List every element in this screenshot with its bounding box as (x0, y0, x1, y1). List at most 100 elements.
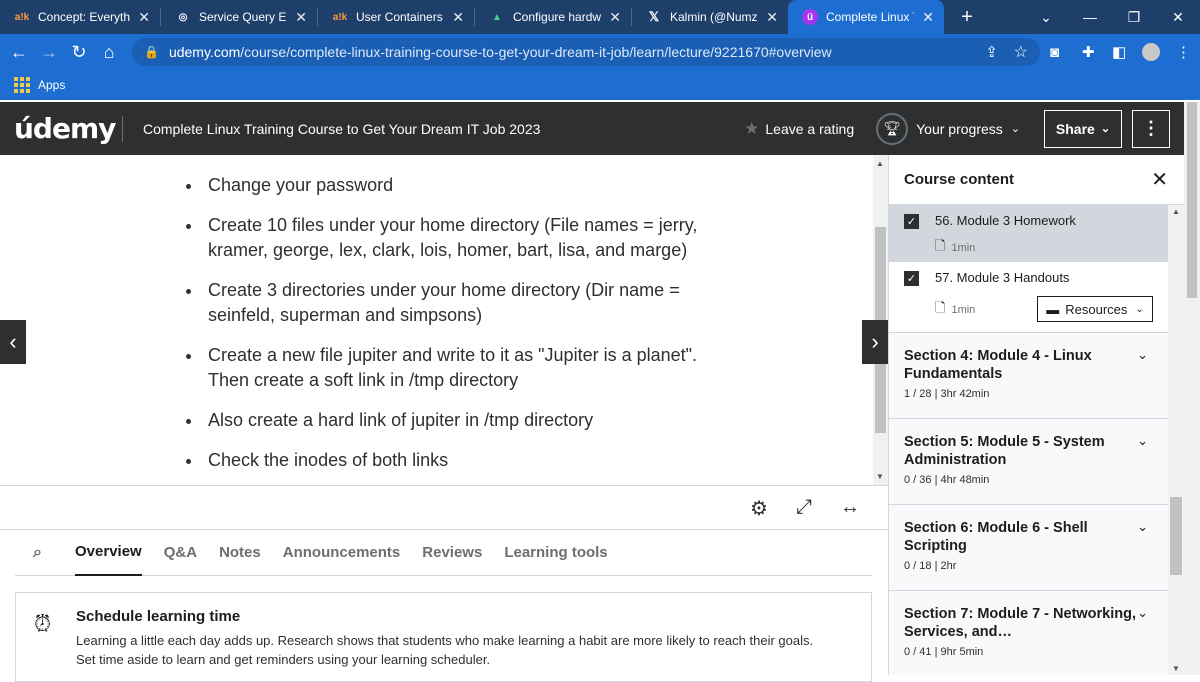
chevron-down-icon[interactable]: ⌄ (1137, 433, 1148, 449)
udemy-icon: ü (802, 9, 818, 25)
share-page-icon[interactable]: ⇪ (985, 43, 998, 61)
next-lecture-button[interactable]: › (862, 320, 888, 364)
close-tab-icon[interactable]: ✕ (295, 9, 307, 26)
tab-qa[interactable]: Q&A (164, 530, 197, 576)
address-bar[interactable]: 🔒 udemy.com/course/complete-linux-traini… (132, 38, 1040, 66)
lecture-title: 57. Module 3 Handouts (935, 270, 1070, 285)
fullscreen-icon[interactable]: ⤢ (796, 496, 812, 519)
browser-tab-active[interactable]: ü Complete Linux Tra ✕ (788, 0, 944, 34)
forward-icon[interactable]: → (34, 42, 64, 63)
browser-tab-strip: a!k Concept: Everythin ✕ ◎ Service Query… (0, 0, 1200, 34)
side-panel-icon[interactable]: ◧ (1112, 34, 1126, 70)
expand-width-icon[interactable]: ↔ (840, 496, 860, 519)
lecture-item[interactable]: ✓ 57. Module 3 Handouts 🗋 1min ▬ Resource… (889, 262, 1184, 332)
tab-title: Complete Linux Tra (826, 10, 914, 24)
k-icon: a!k (332, 11, 348, 23)
sidebar-scrollbar[interactable]: ▲ ▼ (1168, 205, 1184, 675)
sidebar-header: Course content ✕ (889, 155, 1184, 205)
leave-rating-button[interactable]: ★ Leave a rating (744, 119, 854, 139)
resources-label: Resources (1065, 301, 1128, 317)
close-tab-icon[interactable]: ✕ (609, 9, 621, 26)
tab-search-icon[interactable]: ⌄ (1024, 9, 1068, 26)
tab-title: Concept: Everythin (38, 10, 131, 24)
chevron-down-icon[interactable]: ⌄ (1137, 605, 1148, 621)
page-scrollbar-thumb[interactable] (1187, 102, 1197, 298)
duration-text: 1min (951, 304, 976, 316)
sidebar-scrollbar-thumb[interactable] (1170, 497, 1182, 575)
section-item[interactable]: Section 4: Module 4 - Linux Fundamentals… (889, 332, 1184, 418)
back-icon[interactable]: ← (4, 42, 34, 63)
close-icon[interactable]: ✕ (1151, 167, 1168, 192)
page-scrollbar[interactable] (1184, 102, 1200, 675)
apps-bookmark[interactable]: Apps (38, 78, 65, 92)
alarm-clock-icon: ⏰︎ (34, 611, 52, 636)
list-item: Create 3 directories under your home dir… (184, 278, 704, 328)
your-progress-button[interactable]: 🏆︎ Your progress ⌄ (876, 112, 1020, 145)
section-item[interactable]: Section 7: Module 7 - Networking, Servic… (889, 590, 1184, 675)
udemy-logo[interactable]: údemy (14, 112, 116, 145)
restore-icon[interactable]: ❐ (1112, 9, 1156, 26)
resources-dropdown[interactable]: ▬ Resources ⌄ (1037, 296, 1153, 322)
section-title: Section 7: Module 7 - Networking, Servic… (904, 606, 1137, 640)
share-label: Share (1055, 120, 1095, 137)
close-tab-icon[interactable]: ✕ (922, 9, 934, 26)
scroll-up-icon[interactable]: ▲ (1172, 207, 1180, 216)
chevron-down-icon: ⌄ (1135, 303, 1144, 315)
browser-tab[interactable]: ◎ Service Query Erro ✕ (161, 0, 317, 34)
camera-extension-icon[interactable]: ◙ (1050, 34, 1059, 70)
tab-title: Service Query Erro (199, 10, 287, 24)
apps-grid-icon (14, 77, 30, 93)
lock-icon: 🔒 (144, 45, 159, 59)
tab-notes[interactable]: Notes (219, 530, 261, 576)
scroll-down-icon[interactable]: ▼ (1172, 664, 1180, 673)
scroll-down-icon[interactable]: ▼ (876, 472, 884, 481)
section-title: Section 6: Module 6 - Shell Scripting (904, 520, 1088, 554)
checkbox-checked[interactable]: ✓ (904, 271, 919, 286)
lecture-title: 56. Module 3 Homework (935, 213, 1076, 228)
close-tab-icon[interactable]: ✕ (766, 9, 778, 26)
course-title[interactable]: Complete Linux Training Course to Get Yo… (143, 121, 744, 137)
close-tab-icon[interactable]: ✕ (138, 9, 150, 26)
schedule-text: Learning a little each day adds up. Rese… (76, 633, 814, 667)
scroll-up-icon[interactable]: ▲ (876, 159, 884, 168)
section-meta: 0 / 41 | 9hr 5min (904, 646, 984, 658)
star-icon: ★ (744, 118, 760, 138)
header-divider (122, 115, 123, 142)
settings-gear-icon[interactable]: ⚙ (750, 496, 768, 521)
close-window-icon[interactable]: ✕ (1156, 9, 1200, 26)
browser-tab[interactable]: a!k User Containers - … ✕ (318, 0, 474, 34)
list-item: Also create a hard link of jupiter in /t… (184, 408, 704, 433)
search-icon[interactable]: ⌕ (33, 544, 61, 562)
more-options-button[interactable]: ⋮ (1132, 109, 1170, 148)
tab-announcements[interactable]: Announcements (283, 530, 401, 576)
checkbox-checked[interactable]: ✓ (904, 214, 919, 229)
tab-learning-tools[interactable]: Learning tools (504, 530, 607, 576)
lecture-item[interactable]: ✓ 56. Module 3 Homework 🗋 1min (889, 205, 1184, 262)
previous-lecture-button[interactable]: ‹ (0, 320, 26, 364)
course-content-sidebar: Course content ✕ ✓ 56. Module 3 Homework… (888, 155, 1184, 675)
tab-overview[interactable]: Overview (75, 530, 142, 576)
bookmark-star-icon[interactable]: ☆ (1014, 42, 1028, 62)
chevron-down-icon[interactable]: ⌄ (1137, 519, 1148, 535)
reload-icon[interactable]: ↻ (64, 42, 94, 63)
profile-avatar[interactable] (1142, 34, 1160, 70)
close-tab-icon[interactable]: ✕ (452, 9, 464, 26)
home-icon[interactable]: ⌂ (94, 42, 124, 63)
chevron-down-icon[interactable]: ⌄ (1137, 347, 1148, 363)
minimize-icon[interactable]: — (1068, 9, 1112, 25)
section-meta: 0 / 18 | 2hr (904, 560, 957, 572)
section-item[interactable]: Section 6: Module 6 - Shell Scripting 0 … (889, 504, 1184, 590)
browser-tab[interactable]: a!k Concept: Everythin ✕ (0, 0, 160, 34)
new-tab-button[interactable]: + (954, 6, 980, 29)
section-item[interactable]: Section 5: Module 5 - System Administrat… (889, 418, 1184, 504)
tab-reviews[interactable]: Reviews (422, 530, 482, 576)
browser-menu-icon[interactable]: ⋮ (1176, 34, 1191, 70)
bookmarks-bar: Apps (0, 70, 1200, 100)
k-icon: a!k (14, 11, 30, 23)
url-path: /course/complete-linux-training-course-t… (240, 44, 832, 60)
share-button[interactable]: Share ⌄ (1044, 109, 1122, 148)
browser-tab[interactable]: ▲ Configure hardwar ✕ (475, 0, 631, 34)
browser-toolbar: ← → ↻ ⌂ 🔒 udemy.com/course/complete-linu… (0, 34, 1200, 70)
extensions-puzzle-icon[interactable]: ✚ (1082, 34, 1095, 70)
browser-tab[interactable]: 𝕏 Kalmin (@NumzK2 ✕ (632, 0, 788, 34)
